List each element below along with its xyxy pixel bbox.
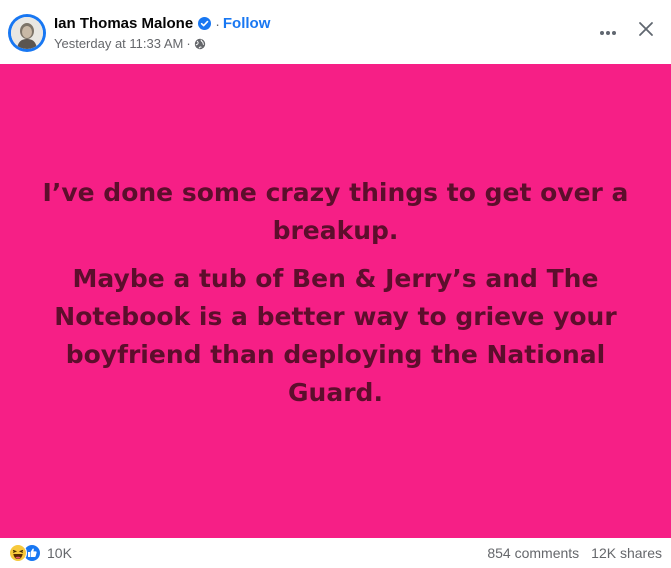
post-footer: 10K 854 comments 12K shares xyxy=(0,538,671,568)
post-paragraph: Maybe a tub of Ben & Jerry’s and The Not… xyxy=(54,264,617,407)
globe-icon[interactable] xyxy=(194,38,206,50)
follow-separator: · xyxy=(215,15,220,32)
shares-count-link[interactable]: 12K shares xyxy=(591,545,662,561)
haha-reaction-icon xyxy=(9,544,27,562)
close-icon xyxy=(638,21,654,42)
post-header: Ian Thomas Malone · Follow Yesterday at … xyxy=(0,0,671,64)
author-line: Ian Thomas Malone · Follow xyxy=(54,15,270,32)
post-timestamp[interactable]: Yesterday at 11:33 AM xyxy=(54,36,183,51)
reaction-count: 10K xyxy=(47,545,72,561)
avatar-photo xyxy=(11,17,43,49)
verified-badge-icon xyxy=(198,17,212,30)
post-meta: Yesterday at 11:33 AM · xyxy=(54,36,206,51)
engagement-counts: 854 comments 12K shares xyxy=(487,545,662,561)
post-card: Ian Thomas Malone · Follow Yesterday at … xyxy=(0,0,671,568)
author-avatar[interactable] xyxy=(8,14,46,52)
reactions-summary[interactable]: 10K xyxy=(9,544,72,562)
author-name[interactable]: Ian Thomas Malone xyxy=(54,15,193,32)
timestamp-separator: · xyxy=(186,36,191,51)
post-text-background: I’ve done some crazy things to get over … xyxy=(0,64,671,538)
more-options-button[interactable] xyxy=(593,20,623,44)
follow-button[interactable]: Follow xyxy=(223,15,271,32)
post-text: I’ve done some crazy things to get over … xyxy=(30,174,641,412)
close-button[interactable] xyxy=(632,17,660,45)
more-options-icon xyxy=(599,23,617,41)
comments-count-link[interactable]: 854 comments xyxy=(487,545,579,561)
post-paragraph: I’ve done some crazy things to get over … xyxy=(42,178,629,245)
